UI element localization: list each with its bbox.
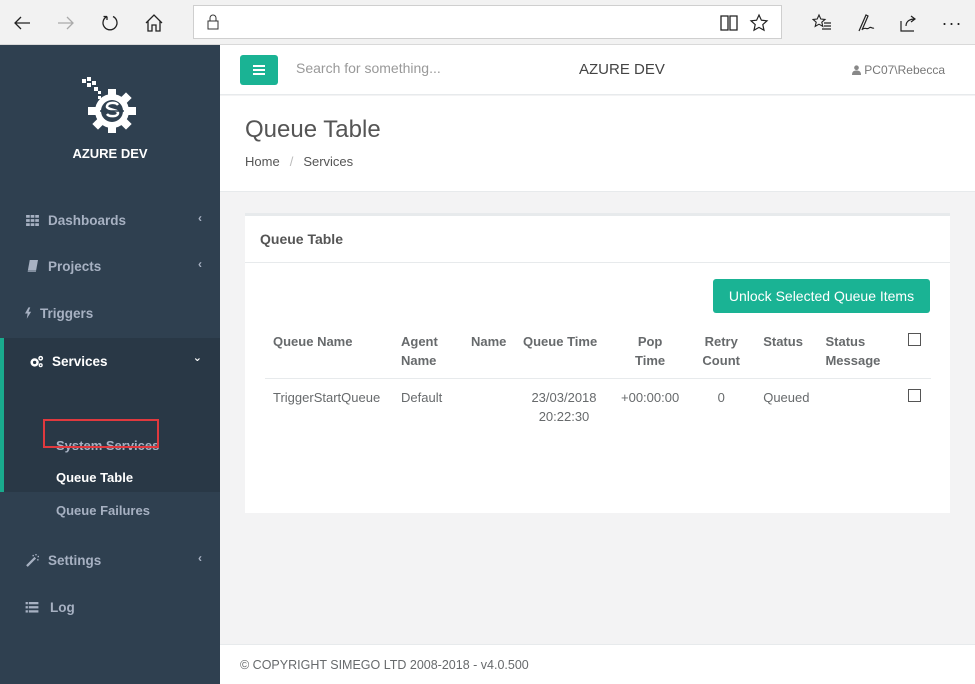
divider: [245, 262, 950, 263]
cell-pop-time: +00:00:00: [621, 390, 680, 405]
col-status-message: Status Message: [817, 324, 898, 379]
page-heading: Queue Table Home / Services: [220, 96, 975, 192]
browser-toolbar: ···: [0, 0, 975, 45]
sidebar-item-label: Projects: [48, 258, 102, 274]
select-all-checkbox[interactable]: [907, 333, 921, 346]
sidebar-item-log[interactable]: Log: [0, 584, 220, 630]
simego-logo: [82, 77, 136, 133]
breadcrumb: Home / Services: [245, 154, 353, 169]
sidebar-item-label: Triggers: [40, 305, 94, 321]
col-pop-time: Pop Time: [613, 324, 688, 379]
cell-select: [897, 379, 931, 436]
bolt-icon: [24, 306, 32, 320]
hamburger-icon: [253, 65, 265, 75]
sidebar-item-label: Log: [50, 599, 75, 615]
chevron-down-icon: ⌄: [192, 352, 202, 364]
arrow-right-icon: [58, 16, 74, 30]
favorites-hub-button[interactable]: [807, 8, 837, 38]
refresh-icon: [102, 15, 118, 31]
home-button[interactable]: [139, 8, 169, 38]
refresh-button[interactable]: [95, 8, 125, 38]
table-row: TriggerStartQueue Default 23/03/2018 20:…: [265, 379, 931, 436]
favorite-star-icon[interactable]: [749, 13, 769, 33]
chevron-left-icon: ‹: [198, 257, 202, 271]
sidebar-item-label: Dashboards: [48, 212, 127, 228]
highlight-annotation: [43, 419, 159, 448]
ellipsis-icon: ···: [941, 12, 963, 33]
user-menu[interactable]: PC07\Rebecca: [852, 63, 945, 77]
pen-icon: [858, 14, 875, 32]
cell-retry-count: 0: [717, 390, 725, 405]
sidebar-item-label: Settings: [48, 552, 102, 568]
environment-title: AZURE DEV: [579, 61, 665, 78]
queue-time-date: 23/03/2018: [531, 390, 597, 405]
forward-button[interactable]: [51, 8, 81, 38]
list-icon: [24, 600, 40, 614]
sidebar-subitem-queue-table[interactable]: Queue Table: [56, 470, 133, 485]
sidebar-item-triggers[interactable]: Triggers: [0, 290, 220, 336]
sidebar-item-services-expanded: Services ⌄: [0, 338, 220, 492]
cell-name: [463, 379, 515, 436]
back-button[interactable]: [7, 8, 37, 38]
cell-status-message: [817, 379, 897, 436]
notes-button[interactable]: [850, 8, 880, 38]
breadcrumb-home[interactable]: Home: [245, 154, 280, 169]
share-icon: [900, 15, 916, 32]
grid-icon: [24, 213, 40, 227]
top-navbar: AZURE DEV PC07\Rebecca: [220, 45, 975, 95]
sidebar-item-projects[interactable]: Projects ‹: [0, 243, 220, 289]
breadcrumb-separator: /: [289, 154, 294, 169]
reading-view-icon[interactable]: [719, 13, 739, 33]
copyright-text: © COPYRIGHT SIMEGO LTD 2008-2018 - v4.0.…: [240, 658, 529, 672]
home-icon: [145, 14, 163, 32]
user-icon: [852, 65, 862, 75]
row-select-checkbox[interactable]: [907, 389, 921, 402]
sidebar-item-dashboards[interactable]: Dashboards ‹: [0, 197, 220, 243]
lock-icon: [207, 14, 219, 30]
col-queue-time: Queue Time: [515, 324, 613, 379]
chevron-left-icon: ‹: [198, 551, 202, 565]
col-name: Name: [463, 324, 515, 379]
panel-title: Queue Table: [260, 231, 343, 247]
magic-wand-icon: [24, 553, 40, 567]
share-button[interactable]: [893, 8, 923, 38]
table-header-row: Queue Name Agent Name Name Queue Time Po…: [265, 324, 931, 379]
unlock-selected-button[interactable]: Unlock Selected Queue Items: [713, 279, 930, 313]
address-bar[interactable]: [193, 5, 782, 39]
sidebar-subitem-queue-failures[interactable]: Queue Failures: [56, 503, 150, 518]
col-agent-name: Agent Name: [393, 324, 463, 379]
cell-queue-time: 23/03/2018 20:22:30: [515, 379, 613, 436]
cell-queue-name: TriggerStartQueue: [273, 390, 381, 405]
cell-status: Queued: [763, 390, 810, 405]
favorites-list-icon: [812, 13, 831, 30]
col-retry-count: Retry Count: [687, 324, 756, 379]
footer: © COPYRIGHT SIMEGO LTD 2008-2018 - v4.0.…: [220, 644, 975, 684]
col-status: Status: [755, 324, 818, 379]
sidebar-item-settings[interactable]: Settings ‹: [0, 537, 220, 583]
queue-table-panel: Queue Table Unlock Selected Queue Items …: [245, 213, 950, 513]
col-select-all: [897, 324, 931, 379]
queue-time-time: 20:22:30: [538, 409, 590, 424]
cell-agent-name: Default: [401, 390, 443, 405]
menu-toggle-button[interactable]: [240, 55, 278, 85]
more-menu-button[interactable]: ···: [937, 8, 967, 38]
book-icon: [24, 259, 40, 273]
cogs-icon: [28, 354, 44, 368]
search-input[interactable]: [296, 60, 536, 76]
breadcrumb-services: Services: [303, 154, 354, 169]
page-title: Queue Table: [245, 116, 381, 143]
brand-name: AZURE DEV: [72, 146, 148, 161]
sidebar-item-label: Services: [52, 353, 108, 369]
queue-table: Queue Name Agent Name Name Queue Time Po…: [265, 324, 931, 435]
chevron-left-icon: ‹: [198, 211, 202, 225]
sidebar-item-services[interactable]: Services ⌄: [0, 338, 220, 384]
username: PC07\Rebecca: [864, 63, 945, 77]
arrow-left-icon: [14, 16, 30, 30]
col-queue-name: Queue Name: [265, 324, 393, 379]
